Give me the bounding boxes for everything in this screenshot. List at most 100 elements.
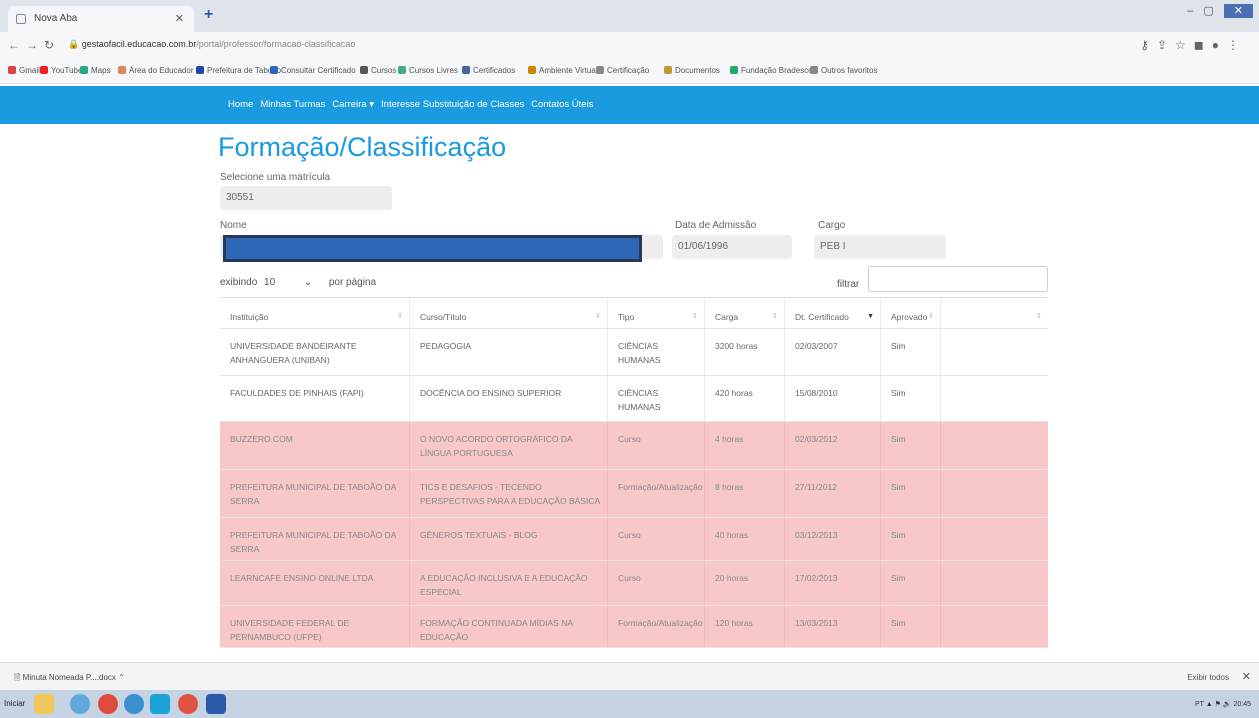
cell-carga: 4 horas	[705, 422, 785, 469]
bookmark-item[interactable]: Gmail	[8, 66, 40, 75]
nav-link[interactable]: Interesse Substituição de Classes	[381, 99, 524, 110]
cell-data: 03/12/2013	[785, 518, 881, 560]
start-button[interactable]: Iniciar	[4, 699, 25, 708]
bookmark-item[interactable]: Ambiente Virtual	[528, 66, 598, 75]
cell-inst: UNIVERSIDADE BANDEIRANTE ANHANGUERA (UNI…	[220, 329, 410, 375]
cell-aprov: Sim	[881, 470, 941, 517]
chevron-down-icon: ⌄	[303, 277, 313, 288]
nav-link[interactable]: Home	[228, 99, 253, 110]
chrome-active-icon[interactable]	[178, 694, 198, 714]
explorer-icon[interactable]	[34, 694, 54, 714]
table-body: UNIVERSIDADE BANDEIRANTE ANHANGUERA (UNI…	[220, 329, 1048, 648]
key-icon[interactable]: ⚷	[1140, 38, 1157, 52]
bookmark-item[interactable]: Maps	[80, 66, 111, 75]
chevron-up-icon[interactable]: ⌃	[118, 673, 125, 682]
bookmark-icon	[8, 66, 16, 74]
profile-icon[interactable]: ●	[1212, 38, 1227, 52]
extension-icon[interactable]: ◼	[1194, 38, 1212, 52]
sort-icon[interactable]: ⇕	[595, 310, 601, 324]
sort-icon[interactable]: ⇕	[397, 310, 403, 324]
table-row[interactable]: FACULDADES DE PINHAIS (FAPI) DOCÊNCIA DO …	[220, 376, 1048, 422]
minimize-icon[interactable]: –	[1187, 5, 1203, 17]
bookmark-item[interactable]: Cursos	[360, 66, 396, 75]
column-header[interactable]: Tipo ⇕	[608, 298, 705, 328]
table-row[interactable]: UNIVERSIDADE BANDEIRANTE ANHANGUERA (UNI…	[220, 329, 1048, 376]
window-controls: –▢ ✕	[1187, 4, 1253, 18]
system-tray: PT ▲ ⚑ 🔊 20:45	[1194, 701, 1251, 708]
firefox-icon[interactable]	[124, 694, 144, 714]
cell-inst: LEARNCAFE ENSINO ONLINE LTDA	[220, 561, 410, 605]
address-bar-actions: ⚷⇪☆◼●⋮	[1140, 38, 1247, 52]
bookmark-item[interactable]: YouTube	[40, 66, 82, 75]
sort-icon[interactable]: ⇕	[928, 310, 934, 324]
reload-icon[interactable]: ↻	[44, 38, 54, 52]
menu-icon[interactable]: ⋮	[1227, 38, 1247, 52]
bookmark-item[interactable]: Documentos	[664, 66, 720, 75]
url-path: /portal/professor/formacao-classificacao	[196, 39, 356, 49]
cell-data: 27/11/2012	[785, 470, 881, 517]
back-icon[interactable]: ←	[8, 38, 20, 52]
new-tab-icon[interactable]: +	[204, 6, 213, 24]
page-size-select[interactable]: 10 ⌄	[264, 277, 322, 288]
skype-icon[interactable]	[150, 694, 170, 714]
nav-link[interactable]: Minhas Turmas	[260, 99, 325, 110]
site-navbar: Home Minhas Turmas Carreira ▾ Interesse Sub…	[0, 86, 1259, 124]
sort-icon[interactable]: ⇕	[772, 310, 778, 324]
ie-icon[interactable]	[70, 694, 90, 714]
table-row[interactable]: BUZZERO.COM O NOVO ACORDO ORTOGRÁFICO DA …	[220, 422, 1048, 470]
bookmark-item[interactable]: Área do Educador	[118, 66, 194, 75]
cell-tipo: Curso	[608, 561, 705, 605]
column-header[interactable]: Dt. Certificado ▼	[785, 298, 881, 328]
url-field[interactable]: 🔒 gestaofacil.educacao.com.br/portal/pro…	[68, 39, 355, 50]
cell-data: 13/03/2013	[785, 606, 881, 647]
page-favicon-icon	[16, 14, 26, 24]
forward-icon[interactable]: →	[26, 38, 38, 52]
bookmark-item[interactable]: Certificação	[596, 66, 649, 75]
maximize-icon[interactable]: ▢	[1203, 5, 1223, 17]
matricula-select[interactable]: 30551	[220, 186, 392, 210]
bookmark-item[interactable]: Prefeitura de Taboão	[196, 66, 281, 75]
column-header[interactable]: Curso/Título ⇕	[410, 298, 608, 328]
share-icon[interactable]: ⇪	[1157, 38, 1175, 52]
cell-aprov: Sim	[881, 518, 941, 560]
nav-link[interactable]: Contatos Úteis	[531, 99, 593, 110]
table-row[interactable]: LEARNCAFE ENSINO ONLINE LTDA A EDUCAÇÃO I…	[220, 561, 1048, 606]
bookmark-item[interactable]: Consultar Certificado	[270, 66, 356, 75]
star-icon[interactable]: ☆	[1175, 38, 1194, 52]
sort-icon[interactable]: ▼	[867, 310, 874, 324]
sort-icon[interactable]: ⇕	[1036, 310, 1042, 324]
column-header[interactable]: Instituição ⇕	[220, 298, 410, 328]
bookmark-item[interactable]: Certificados	[462, 66, 515, 75]
word-icon[interactable]	[206, 694, 226, 714]
close-downloads-icon[interactable]: ✕	[1242, 670, 1251, 683]
cell-carga: 120 horas	[705, 606, 785, 647]
sort-icon[interactable]: ⇕	[692, 310, 698, 324]
bookmark-item[interactable]: Outros favoritos	[810, 66, 877, 75]
bookmark-item[interactable]: Fundação Bradesco	[730, 66, 813, 75]
site-nav-links: Home Minhas Turmas Carreira ▾ Interesse Sub…	[228, 99, 600, 110]
formacao-table: Instituição ⇕ Curso/Título ⇕ Tipo ⇕ Carga ⇕ Dt. …	[220, 297, 1048, 648]
address-bar-row: ← → ↻ 🔒 gestaofacil.educacao.com.br/port…	[0, 32, 1259, 60]
cell-curso: A EDUCAÇÃO INCLUSIVA E A EDUCAÇÃO ESPECI…	[410, 561, 608, 605]
url-domain: gestaofacil.educacao.com.br	[81, 39, 197, 49]
column-header[interactable]: Aprovado ⇕	[881, 298, 941, 328]
chrome-icon[interactable]	[98, 694, 118, 714]
bookmark-item[interactable]: Cursos Livres	[398, 66, 458, 75]
column-header[interactable]: Carga ⇕	[705, 298, 785, 328]
cell-tipo: Curso	[608, 518, 705, 560]
cargo-label: Cargo	[818, 220, 846, 231]
table-row[interactable]: UNIVERSIDADE FEDERAL DE PERNAMBUCO (UFPE…	[220, 606, 1048, 648]
column-header[interactable]: ⇕	[941, 298, 1048, 328]
download-item[interactable]: 🗎 Minuta Nomeada P....docx ⌃	[14, 672, 125, 686]
close-window-icon[interactable]: ✕	[1223, 4, 1253, 18]
filter-input[interactable]	[868, 266, 1048, 292]
table-row[interactable]: PREFEITURA MUNICIPAL DE TABOÃO DA SERRA T…	[220, 470, 1048, 518]
show-all-downloads-link[interactable]: Exibir todos	[1187, 673, 1229, 682]
nav-link[interactable]: Carreira ▾	[332, 99, 374, 110]
bookmark-icon	[40, 66, 48, 74]
os-taskbar: Iniciar PT ▲ ⚑ 🔊 20:45	[0, 690, 1259, 718]
browser-tab[interactable]: Nova Aba ✕	[8, 6, 194, 32]
table-row[interactable]: PREFEITURA MUNICIPAL DE TABOÃO DA SERRA G…	[220, 518, 1048, 561]
close-tab-icon[interactable]: ✕	[175, 6, 184, 32]
cell-aprov: Sim	[881, 561, 941, 605]
